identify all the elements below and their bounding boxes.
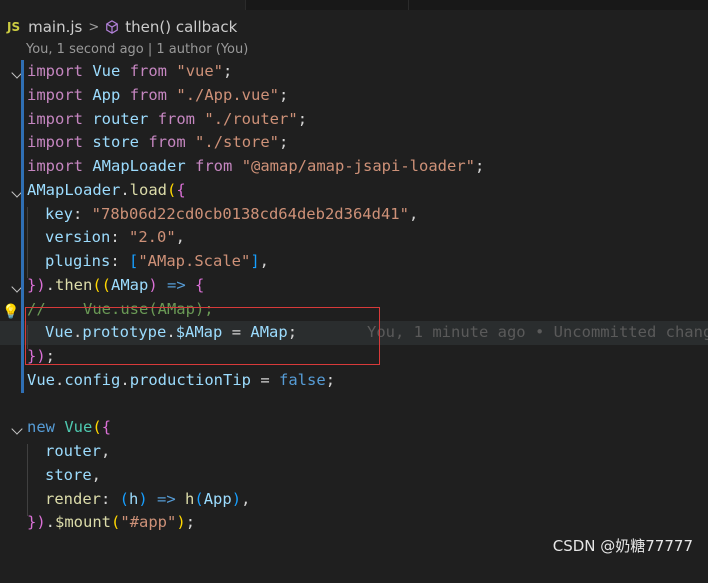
code-line: import store from "./store"; — [0, 131, 708, 155]
tab-other[interactable] — [246, 0, 409, 10]
git-modified-bar[interactable] — [21, 226, 24, 250]
git-modified-bar[interactable] — [21, 345, 24, 369]
git-modified-bar[interactable] — [21, 107, 24, 132]
code-text: store, — [27, 465, 102, 492]
method-cube-icon — [106, 20, 119, 34]
code-line-current: Vue.prototype.$AMap = AMap; You, 1 minut… — [0, 321, 708, 350]
git-modified-bar[interactable] — [21, 60, 24, 84]
code-line: store, — [0, 464, 708, 492]
code-text: import App from "./App.vue"; — [27, 85, 289, 104]
code-text: import AMapLoader from "@amap/amap-jsapi… — [27, 157, 485, 175]
code-line: import Vue from "vue"; — [0, 60, 708, 84]
git-modified-bar[interactable] — [21, 178, 24, 203]
code-text: version: "2.0", — [27, 228, 186, 255]
code-line: }).then((AMap) => { — [0, 273, 708, 298]
code-text: }); — [27, 347, 56, 365]
code-text: new Vue({ — [27, 418, 112, 437]
code-line: import App from "./App.vue"; — [0, 83, 708, 108]
fold-chevron-icon[interactable] — [6, 179, 23, 203]
code-text: }).$mount("#app"); — [27, 513, 196, 532]
code-line: render: (h) => h(App), — [0, 488, 708, 516]
code-line: key: "78b06d22cd0cb0138cd64deb2d364d41", — [0, 202, 708, 231]
code-line: version: "2.0", — [0, 226, 708, 255]
fold-chevron-icon[interactable] — [6, 416, 23, 440]
code-line: import AMapLoader from "@amap/amap-jsapi… — [0, 155, 708, 179]
code-editor[interactable]: import Vue from "vue"; import App from "… — [0, 60, 708, 535]
tab-main-js[interactable] — [0, 0, 246, 10]
git-modified-bar[interactable] — [21, 155, 24, 179]
code-text: render: (h) => h(App), — [27, 489, 251, 516]
git-modified-bar[interactable] — [21, 297, 24, 322]
code-text: AMapLoader.load({ — [27, 180, 186, 199]
git-modified-bar[interactable] — [21, 250, 24, 274]
code-line: import router from "./router"; — [0, 107, 708, 132]
code-text: }).then((AMap) => { — [27, 275, 205, 294]
git-modified-bar[interactable] — [21, 202, 24, 227]
code-line: 💡 // Vue.use(AMap); — [0, 297, 708, 322]
code-line: new Vue({ — [0, 416, 708, 440]
code-text: router, — [27, 442, 111, 468]
code-text: import Vue from "vue"; — [27, 62, 233, 80]
breadcrumb-symbol[interactable]: then() callback — [125, 18, 237, 36]
codelens-blame-header[interactable]: You, 1 second ago | 1 author (You) — [26, 42, 248, 57]
code-line: }); — [0, 345, 708, 369]
code-text: Vue.config.productionTip = false; — [27, 370, 336, 389]
code-text: Vue.prototype.$AMap = AMap; — [27, 323, 298, 350]
javascript-file-icon: JS — [7, 20, 21, 34]
code-line: router, — [0, 440, 708, 468]
code-line: }).$mount("#app"); — [0, 511, 708, 535]
git-modified-bar[interactable] — [21, 83, 24, 108]
code-line: plugins: ["AMap.Scale"], — [0, 250, 708, 278]
fold-chevron-icon[interactable] — [6, 60, 23, 84]
git-modified-bar[interactable] — [21, 273, 24, 298]
code-line: Vue.config.productionTip = false; — [0, 368, 708, 393]
fold-chevron-icon[interactable] — [6, 274, 23, 298]
breadcrumb: JS main.js > then() callback — [7, 16, 237, 38]
breadcrumb-file[interactable]: main.js — [28, 18, 82, 36]
editor-tab-strip — [0, 0, 708, 10]
code-line: AMapLoader.load({ — [0, 178, 708, 203]
code-text: key: "78b06d22cd0cb0138cd64deb2d364d41", — [27, 204, 419, 231]
code-text: // Vue.use(AMap); — [27, 299, 214, 318]
code-text: import store from "./store"; — [27, 133, 289, 152]
watermark: CSDN @奶糖77777 — [552, 537, 693, 555]
git-modified-bar[interactable] — [21, 368, 24, 393]
git-modified-bar[interactable] — [21, 131, 24, 155]
chevron-right-icon: > — [88, 19, 100, 35]
inline-blame-annotation: You, 1 minute ago • Uncommitted changes — [367, 323, 708, 342]
code-text: plugins: ["AMap.Scale"], — [27, 252, 270, 278]
code-text: import router from "./router"; — [27, 109, 308, 128]
git-modified-bar[interactable] — [21, 321, 24, 345]
